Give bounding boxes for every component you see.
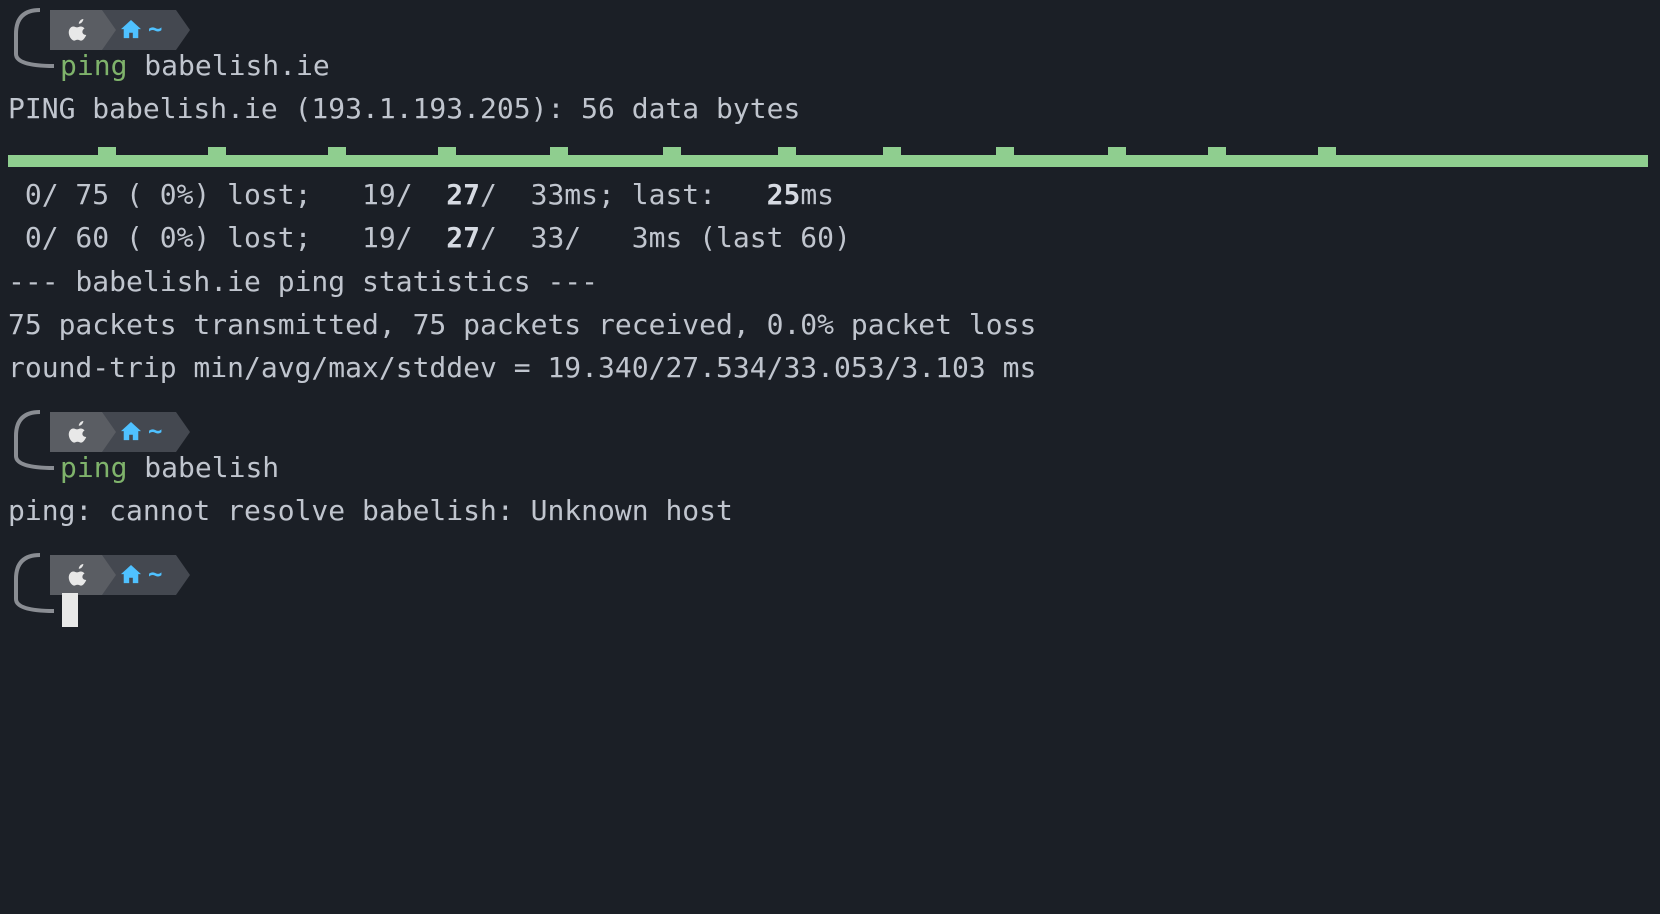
home-icon <box>120 422 142 442</box>
ping-bar <box>1108 147 1126 167</box>
ping-stats-header: --- babelish.ie ping statistics --- <box>0 260 1660 303</box>
ping-error: ping: cannot resolve babelish: Unknown h… <box>0 489 1660 532</box>
ping-stats-tx: 75 packets transmitted, 75 packets recei… <box>0 303 1660 346</box>
prompt-badge-2: ~ <box>0 408 1660 446</box>
ping-bar <box>996 147 1014 167</box>
cmd-name-1: ping <box>60 49 127 82</box>
prompt-connector-1 <box>10 6 60 76</box>
command-line-1[interactable]: ping babelish.ie <box>0 44 1660 87</box>
ping-bar <box>1208 147 1226 167</box>
ping-bar <box>328 147 346 167</box>
prompt-badge-3: ~ <box>0 551 1660 589</box>
cmd-name-2: ping <box>60 451 127 484</box>
command-line-3[interactable] <box>0 589 1660 632</box>
ping-stats-rt: round-trip min/avg/max/stddev = 19.340/2… <box>0 346 1660 389</box>
ping-bar <box>550 147 568 167</box>
ping-summary-line-2: 0/ 60 ( 0%) lost; 19/ 27/ 33/ 3ms (last … <box>0 216 1660 259</box>
ping-bar <box>208 147 226 167</box>
home-icon <box>120 20 142 40</box>
ping-summary-line-1: 0/ 75 ( 0%) lost; 19/ 27/ 33ms; last: 25… <box>0 173 1660 216</box>
prompt-badge-1: ~ <box>0 6 1660 44</box>
ping-latency-graph <box>8 141 1648 167</box>
ping-header: PING babelish.ie (193.1.193.205): 56 dat… <box>0 87 1660 130</box>
command-line-2[interactable]: ping babelish <box>0 446 1660 489</box>
ping-bar <box>438 147 456 167</box>
cmd-arg-2: babelish <box>144 451 279 484</box>
ping-bar <box>1318 147 1336 167</box>
ping-bar <box>663 147 681 167</box>
home-icon <box>120 565 142 585</box>
ping-bar <box>883 147 901 167</box>
cmd-arg-1: babelish.ie <box>144 49 329 82</box>
prompt-connector-3 <box>10 551 60 621</box>
ping-bar <box>98 147 116 167</box>
prompt-connector-2 <box>10 408 60 478</box>
cursor <box>62 593 78 627</box>
ping-bar <box>778 147 796 167</box>
